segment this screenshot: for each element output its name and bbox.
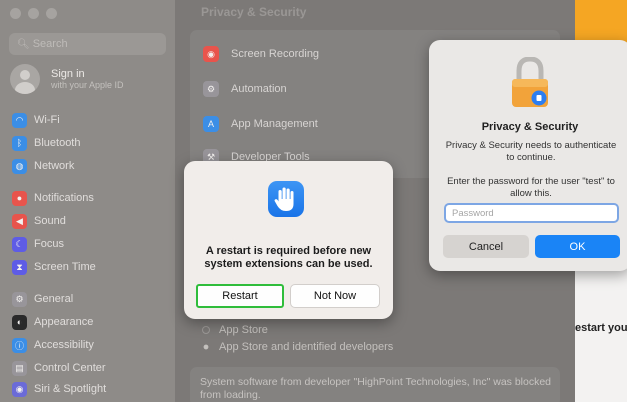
page-title: Privacy & Security (201, 5, 307, 19)
hand-stop-icon (268, 181, 304, 217)
sidebar-item-network[interactable]: ◍ Network (12, 157, 74, 175)
search-input[interactable]: 🔍︎ Search (9, 33, 166, 55)
sidebar-item-label: Control Center (34, 362, 106, 374)
sidebar-item-label: Focus (34, 238, 64, 250)
screen-recording-icon: ◉ (203, 46, 219, 62)
list-item-label: App Management (231, 118, 318, 130)
signin-title: Sign in (51, 68, 85, 80)
control-center-icon: ▤ (12, 360, 27, 376)
search-icon: 🔍︎ (17, 39, 30, 50)
sidebar-item-label: Appearance (34, 316, 94, 328)
avatar-icon (10, 64, 40, 94)
restart-button[interactable]: Restart (196, 284, 284, 308)
appearance-icon: ◐ (12, 314, 27, 330)
sidebar-item-sound[interactable]: ◀ Sound (12, 212, 66, 230)
hourglass-icon: ⧗ (12, 259, 27, 275)
sidebar-item-wifi[interactable]: ◠ Wi-Fi (12, 111, 60, 129)
minimize-window-button[interactable] (28, 8, 39, 19)
search-placeholder: Search (32, 38, 68, 50)
speaker-icon: ◀ (12, 213, 27, 229)
window-controls (10, 8, 57, 19)
wifi-icon: ◠ (12, 112, 27, 128)
bell-icon: ● (12, 190, 27, 206)
signin-subtitle: with your Apple ID (51, 80, 124, 90)
list-item-app-management[interactable]: A App Management (203, 114, 318, 134)
ok-button[interactable]: OK (535, 235, 620, 258)
auth-title: Privacy & Security (481, 121, 579, 133)
automation-icon: ⚙ (203, 81, 219, 97)
sidebar-item-label: Wi-Fi (34, 114, 60, 126)
cancel-button[interactable]: Cancel (443, 235, 529, 258)
app-store-icon: A (203, 116, 219, 132)
sidebar-item-screen-time[interactable]: ⧗ Screen Time (12, 258, 96, 276)
sidebar: 🔍︎ Search Sign in with your Apple ID ◠ Wi-… (0, 0, 175, 402)
list-item-label: Automation (231, 83, 287, 95)
radio-button-selected[interactable] (203, 344, 209, 349)
auth-description: Privacy & Security needs to authenticate… (445, 140, 617, 163)
sidebar-item-label: Accessibility (34, 339, 94, 351)
authentication-dialog: Privacy & Security Privacy & Security ne… (429, 40, 627, 271)
moon-icon: ☾ (12, 236, 27, 252)
radio-label: App Store (219, 323, 268, 336)
sidebar-item-accessibility[interactable]: ⓘ Accessibility (12, 336, 94, 354)
globe-icon: ◍ (12, 158, 27, 174)
siri-icon: ◉ (12, 381, 27, 397)
sidebar-item-siri-spotlight[interactable]: ◉ Siri & Spotlight (12, 380, 106, 398)
sidebar-item-bluetooth[interactable]: ᛒ Bluetooth (12, 134, 80, 152)
sidebar-item-focus[interactable]: ☾ Focus (12, 235, 64, 253)
zoom-window-button[interactable] (46, 8, 57, 19)
radio-app-store[interactable]: App Store (202, 321, 393, 338)
sidebar-item-label: Screen Time (34, 261, 96, 273)
gear-icon: ⚙ (12, 291, 27, 307)
sidebar-item-appearance[interactable]: ◐ Appearance (12, 313, 93, 331)
sidebar-item-label: Bluetooth (34, 137, 81, 149)
background-text: estart you (575, 322, 627, 334)
accessibility-icon: ⓘ (12, 337, 27, 353)
restart-alert-dialog: A restart is required before new system … (184, 161, 393, 319)
sidebar-item-label: Siri & Spotlight (34, 383, 107, 395)
radio-label: App Store and identified developers (219, 340, 394, 353)
list-item-label: Screen Recording (231, 48, 320, 60)
radio-identified-developers[interactable]: App Store and identified developers (202, 338, 393, 355)
password-field[interactable] (444, 203, 619, 223)
allow-apps-radio-group: App Store App Store and identified devel… (202, 321, 393, 355)
list-item-screen-recording[interactable]: ◉ Screen Recording (203, 44, 319, 64)
sidebar-item-control-center[interactable]: ▤ Control Center (12, 359, 106, 377)
sidebar-item-label: General (34, 293, 74, 305)
lock-icon (512, 57, 548, 107)
not-now-button[interactable]: Not Now (290, 284, 380, 308)
auth-prompt: Enter the password for the user "test" t… (447, 176, 615, 199)
apple-id-signin[interactable]: Sign in with your Apple ID (10, 64, 124, 94)
sidebar-item-label: Network (34, 160, 75, 172)
close-window-button[interactable] (10, 8, 21, 19)
sidebar-item-notifications[interactable]: ● Notifications (12, 189, 94, 207)
bluetooth-icon: ᛒ (12, 135, 27, 151)
sidebar-item-general[interactable]: ⚙ General (12, 290, 73, 308)
sidebar-item-label: Sound (34, 215, 66, 227)
alert-message: A restart is required before new system … (204, 245, 373, 270)
list-item-automation[interactable]: ⚙ Automation (203, 79, 287, 99)
radio-button[interactable] (202, 325, 210, 334)
sidebar-item-label: Notifications (34, 192, 94, 204)
blocked-software-message: System software from developer "HighPoin… (190, 367, 560, 402)
